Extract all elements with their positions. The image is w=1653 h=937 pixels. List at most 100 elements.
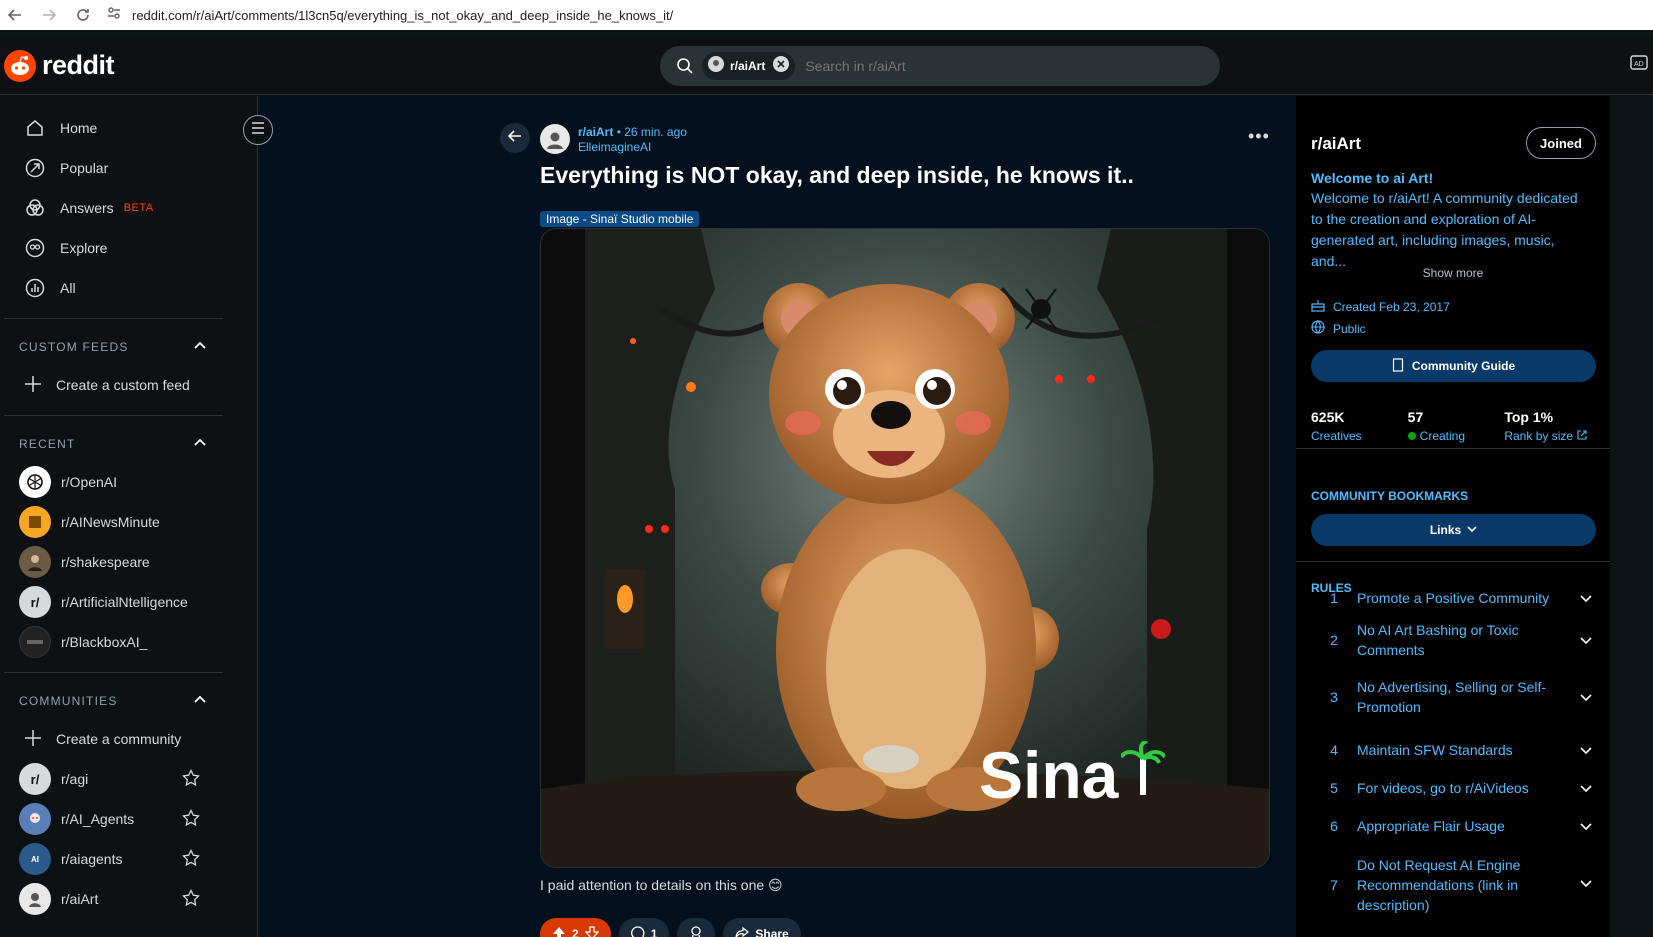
sidebar-toggle-button[interactable]	[243, 115, 273, 145]
star-icon[interactable]	[182, 848, 200, 870]
chevron-down-icon	[1576, 820, 1596, 832]
recent-item-label: r/AINewsMinute	[61, 514, 160, 530]
clear-chip-icon[interactable]	[773, 55, 790, 77]
community-description: Welcome to r/aiArt! A community dedicate…	[1311, 190, 1578, 269]
blackboxai-avatar	[19, 626, 51, 658]
recent-item[interactable]: r/BlackboxAI_	[0, 622, 257, 662]
chevron-down-icon	[1576, 855, 1596, 889]
subreddit-avatar[interactable]	[540, 124, 570, 154]
upvote-icon[interactable]	[552, 926, 566, 937]
show-more-button[interactable]: Show more	[1296, 266, 1610, 280]
star-icon[interactable]	[182, 768, 200, 790]
subreddit-default-avatar: r/	[19, 586, 51, 618]
custom-feeds-heading: CUSTOM FEEDS	[19, 340, 129, 354]
rule-item[interactable]: 1 Promote a Positive Community	[1311, 577, 1596, 619]
rule-item[interactable]: 7 Do Not Request AI Engine Recommendatio…	[1311, 851, 1596, 913]
community-item[interactable]: r/aiArt	[0, 879, 257, 919]
community-sidebar: r/aiArt Joined Welcome to ai Art! Welcom…	[1296, 96, 1610, 937]
create-custom-feed-label: Create a custom feed	[56, 377, 190, 393]
nav-popular-label: Popular	[60, 160, 109, 176]
nav-home[interactable]: Home	[0, 108, 257, 148]
community-name[interactable]: r/aiArt	[1311, 134, 1361, 154]
stat-value: 625K	[1311, 409, 1345, 425]
comments-button[interactable]: 1	[618, 918, 670, 937]
reddit-header: reddit r/aiArt AD	[0, 37, 1653, 95]
reddit-logo[interactable]: reddit	[4, 49, 115, 82]
vote-button-group[interactable]: 2	[540, 918, 611, 937]
post-subreddit-link[interactable]: r/aiArt	[578, 125, 613, 139]
create-community-label: Create a community	[56, 731, 182, 747]
rule-number: 3	[1330, 689, 1338, 705]
chevron-down-icon	[1576, 691, 1596, 703]
community-item[interactable]: r/ r/agi	[0, 759, 257, 799]
rule-number: 6	[1330, 818, 1338, 834]
rule-item[interactable]: 2 No AI Art Bashing or Toxic Comments	[1311, 615, 1596, 665]
share-button[interactable]: Share	[723, 918, 801, 937]
award-button[interactable]	[677, 918, 716, 937]
community-item-label: r/agi	[61, 771, 89, 787]
post-image[interactable]: Sina	[540, 228, 1270, 868]
nav-explore[interactable]: Explore	[0, 228, 257, 268]
rule-item[interactable]: 5 For videos, go to r/AiVideos	[1311, 767, 1596, 809]
recent-item-label: r/OpenAI	[61, 474, 118, 490]
advertise-icon[interactable]: AD	[1629, 53, 1653, 77]
book-icon	[1392, 357, 1404, 375]
visibility: Public	[1311, 320, 1366, 337]
nav-all[interactable]: All	[0, 268, 257, 308]
recent-item[interactable]: r/ r/ArtificialNtelligence	[0, 582, 257, 622]
nav-answers[interactable]: Answers BETA	[0, 188, 257, 228]
address-bar[interactable]: reddit.com/r/aiArt/comments/1l3cn5q/ever…	[106, 0, 673, 30]
search-bar[interactable]: r/aiArt	[660, 46, 1220, 86]
rule-item[interactable]: 3 No Advertising, Selling or Self-Promot…	[1311, 672, 1596, 722]
stat-members: 625K Creatives	[1311, 409, 1408, 443]
award-icon	[689, 925, 703, 937]
recent-item[interactable]: r/shakespeare	[0, 542, 257, 582]
post-author-link[interactable]: ElleimagineAI	[578, 140, 687, 154]
url-text[interactable]: reddit.com/r/aiArt/comments/1l3cn5q/ever…	[132, 8, 673, 23]
community-item[interactable]: AI r/aiagents	[0, 839, 257, 879]
svg-text:AD: AD	[1634, 61, 1644, 68]
downvote-icon[interactable]	[584, 925, 600, 937]
create-community[interactable]: Create a community	[0, 719, 257, 759]
links-dropdown-button[interactable]: Links	[1311, 514, 1596, 546]
rule-item[interactable]: 4 Maintain SFW Standards	[1311, 729, 1596, 771]
rule-text: No AI Art Bashing or Toxic Comments	[1357, 622, 1519, 658]
back-button[interactable]	[500, 123, 530, 153]
plus-icon	[24, 375, 42, 396]
home-icon	[24, 117, 46, 139]
recent-header[interactable]: RECENT	[0, 426, 257, 462]
search-input[interactable]	[805, 58, 1106, 74]
star-icon[interactable]	[182, 808, 200, 830]
chevron-up-icon	[193, 339, 207, 356]
stat-rank[interactable]: Top 1% Rank by size	[1504, 409, 1601, 443]
browser-reload-icon[interactable]	[72, 4, 94, 26]
browser-back-icon[interactable]	[4, 4, 26, 26]
communities-header[interactable]: COMMUNITIES	[0, 683, 257, 719]
aiart-avatar	[19, 883, 51, 915]
chevron-up-icon	[193, 693, 207, 710]
browser-forward-icon[interactable]	[38, 4, 60, 26]
welcome-heading: Welcome to ai Art!	[1311, 170, 1434, 186]
share-icon	[735, 926, 750, 937]
community-item[interactable]: r/AI_Agents	[0, 799, 257, 839]
sidebar-divider	[4, 672, 223, 673]
rule-text: Appropriate Flair Usage	[1357, 818, 1505, 834]
comment-count: 1	[650, 927, 658, 937]
create-custom-feed[interactable]: Create a custom feed	[0, 365, 257, 405]
external-link-icon	[1577, 429, 1587, 443]
rule-number: 7	[1330, 877, 1338, 893]
custom-feeds-header[interactable]: CUSTOM FEEDS	[0, 329, 257, 365]
popular-icon	[24, 157, 46, 179]
nav-popular[interactable]: Popular	[0, 148, 257, 188]
shakespeare-avatar	[19, 546, 51, 578]
recent-item[interactable]: r/AINewsMinute	[0, 502, 257, 542]
community-guide-button[interactable]: Community Guide	[1311, 350, 1596, 382]
more-options-icon[interactable]: •••	[1248, 126, 1270, 147]
recent-item[interactable]: r/OpenAI	[0, 462, 257, 502]
star-icon[interactable]	[182, 888, 200, 910]
rule-item[interactable]: 6 Appropriate Flair Usage	[1311, 805, 1596, 847]
post-flair[interactable]: Image - Sinaï Studio mobile	[540, 211, 700, 227]
site-settings-icon[interactable]	[106, 5, 122, 26]
joined-button[interactable]: Joined	[1526, 127, 1596, 159]
nav-explore-label: Explore	[60, 240, 108, 256]
